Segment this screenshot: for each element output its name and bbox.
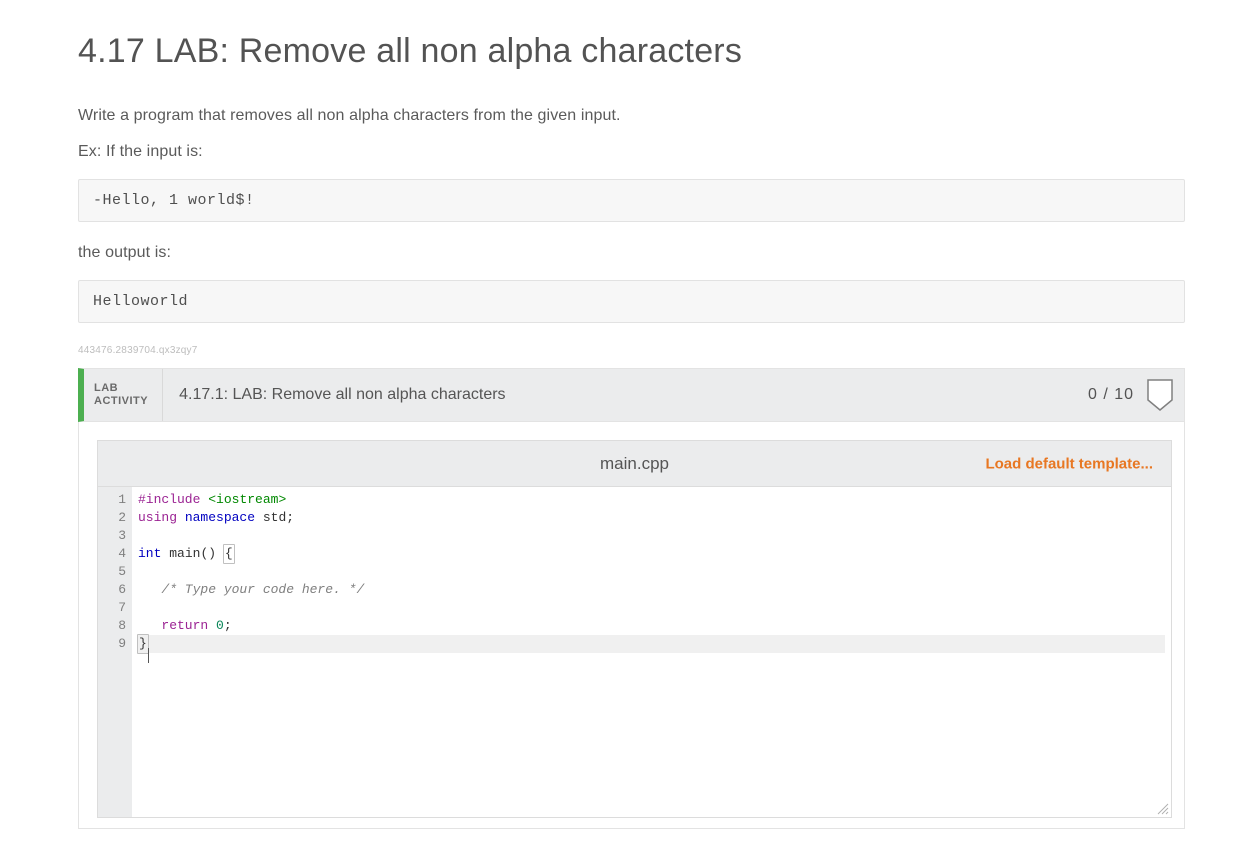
shield-icon [1146, 369, 1184, 421]
page-root: 4.17 LAB: Remove all non alpha character… [0, 0, 1245, 854]
example-output-label: the output is: [78, 244, 1185, 262]
line-number: 3 [98, 527, 126, 545]
example-output-block: Helloworld [78, 280, 1185, 323]
lab-score: 0 / 10 [1088, 369, 1146, 421]
code-line [138, 527, 1165, 545]
instructions-prompt: Write a program that removes all non alp… [78, 107, 1185, 125]
code-text-area[interactable]: #include <iostream> using namespace std;… [132, 487, 1171, 817]
code-line: #include <iostream> [138, 491, 1165, 509]
lab-activity-label: LAB ACTIVITY [84, 369, 163, 421]
code-line: return 0; [138, 617, 1165, 635]
code-line-active: } [138, 635, 1165, 653]
code-line [138, 563, 1165, 581]
page-title: 4.17 LAB: Remove all non alpha character… [78, 32, 1185, 71]
lab-label-line-1: LAB [94, 382, 118, 395]
editor-container: main.cpp Load default template... 1 2 3 … [78, 422, 1185, 829]
matched-bracket-open: { [223, 544, 235, 564]
line-number: 6 [98, 581, 126, 599]
lab-activity-title: 4.17.1: LAB: Remove all non alpha charac… [163, 369, 1088, 421]
example-input-label: Ex: If the input is: [78, 143, 1185, 161]
code-line: using namespace std; [138, 509, 1165, 527]
load-default-template-link[interactable]: Load default template... [985, 455, 1153, 472]
lab-label-line-2: ACTIVITY [94, 395, 148, 408]
code-line: /* Type your code here. */ [138, 581, 1165, 599]
line-number: 2 [98, 509, 126, 527]
line-number: 5 [98, 563, 126, 581]
code-line [138, 599, 1165, 617]
editor-filename: main.cpp [600, 454, 669, 474]
small-id: 443476.2839704.qx3zqy7 [78, 345, 1185, 356]
line-number: 7 [98, 599, 126, 617]
example-input-block: -Hello, 1 world$! [78, 179, 1185, 222]
code-line: int main() { [138, 545, 1165, 563]
line-number: 8 [98, 617, 126, 635]
line-number: 9 [98, 635, 126, 653]
line-number-gutter: 1 2 3 4 5 6 7 8 9 [98, 487, 132, 817]
line-number: 1 [98, 491, 126, 509]
editor-header: main.cpp Load default template... [97, 440, 1172, 486]
line-number: 4 [98, 545, 126, 563]
lab-activity-bar: LAB ACTIVITY 4.17.1: LAB: Remove all non… [78, 368, 1185, 422]
resize-grip-icon[interactable] [1155, 801, 1169, 815]
code-editor[interactable]: 1 2 3 4 5 6 7 8 9 #include <iostream> us… [97, 486, 1172, 818]
